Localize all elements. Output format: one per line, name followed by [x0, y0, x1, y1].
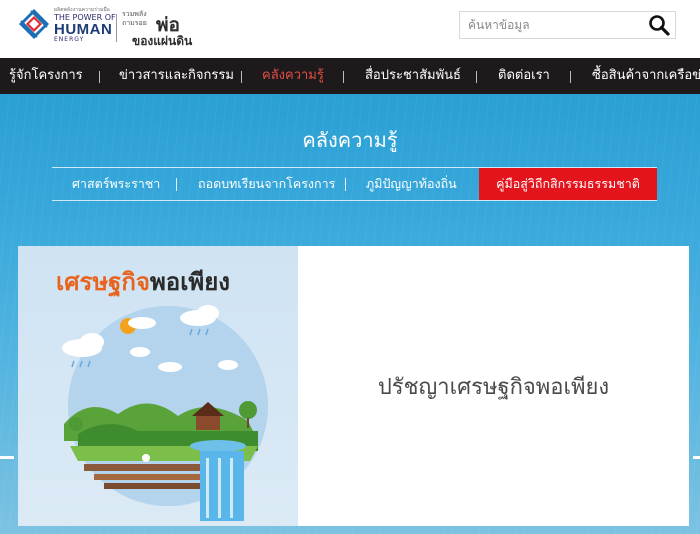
nav-divider — [241, 71, 242, 83]
nav-divider — [570, 71, 571, 83]
tab-royal-science[interactable]: ศาสตร์พระราชา — [72, 168, 160, 200]
page-title: คลังความรู้ — [302, 128, 398, 152]
slogan-sub: ของแผ่นดิน — [132, 34, 193, 48]
tab-divider — [345, 178, 346, 191]
site-header: ผลิตพลังงานความร่วมมือ THE POWER OF HUMA… — [0, 0, 700, 58]
nav-item-news[interactable]: ข่าวสารและกิจกรรม — [119, 58, 234, 94]
nav-divider — [476, 71, 477, 83]
logo-human: HUMAN — [54, 21, 113, 38]
knowledge-hero: คลังความรู้ ศาสตร์พระราชา ถอดบทเรียนจากโ… — [0, 94, 700, 534]
tab-natural-farming-manual[interactable]: คู่มือสู่วิถีกสิกรรมธรรมชาติ — [479, 168, 657, 200]
main-nav: รู้จักโครงการ ข่าวสารและกิจกรรม คลังความ… — [0, 58, 700, 94]
article-title[interactable]: ปรัชญาเศรษฐกิจพอเพียง — [298, 246, 689, 526]
logo-wordmark[interactable]: ผลิตพลังงานความร่วมมือ THE POWER OF HUMA… — [54, 8, 116, 43]
sufficiency-economy-illustration — [62, 305, 268, 521]
nav-item-about[interactable]: รู้จักโครงการ — [9, 58, 83, 94]
tab-local-wisdom[interactable]: ภูมิปัญญาท้องถิ่น — [366, 168, 457, 200]
nav-item-shop[interactable]: ซื้อสินค้าจากเครือข่าย — [592, 58, 700, 94]
search-box — [459, 11, 676, 39]
slogan-line-1: รวมพลัง — [122, 10, 147, 18]
nav-divider — [343, 71, 344, 83]
campaign-slogan: รวมพลัง ถามรอย พ่อ ของแผ่นดิน — [122, 10, 192, 48]
ptt-logo-icon[interactable] — [18, 8, 50, 40]
nav-item-contact[interactable]: ติดต่อเรา — [498, 58, 550, 94]
nav-divider — [99, 71, 100, 83]
article-card[interactable]: เศรษฐกิจพอเพียง ปรัชญาเศรษฐกิจพอเพียง — [18, 246, 689, 526]
nav-item-media[interactable]: สื่อประชาสัมพันธ์ — [365, 58, 461, 94]
search-input[interactable] — [460, 12, 640, 38]
tab-divider — [176, 178, 177, 191]
slogan-line-2: ถามรอย — [122, 19, 147, 27]
logo-divider — [116, 14, 117, 42]
search-icon[interactable] — [647, 14, 671, 36]
article-thumbnail[interactable]: เศรษฐกิจพอเพียง — [18, 246, 298, 526]
slider-dash-right — [693, 456, 700, 459]
sub-tabs: ศาสตร์พระราชา ถอดบทเรียนจากโครงการ ภูมิป… — [52, 167, 657, 201]
nav-item-knowledge[interactable]: คลังความรู้ — [262, 58, 324, 94]
slider-dash-left — [0, 456, 14, 459]
tab-lessons[interactable]: ถอดบทเรียนจากโครงการ — [198, 168, 335, 200]
